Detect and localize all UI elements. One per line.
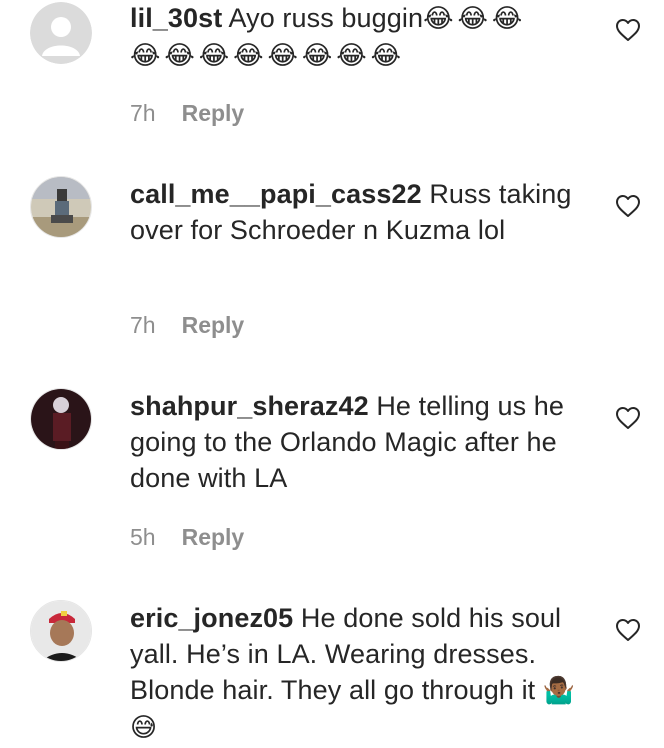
comment-text: eric_jonez05 He done sold his soul yall.… <box>130 600 600 746</box>
avatar[interactable] <box>30 600 92 662</box>
comment-meta: 7h Reply <box>130 312 244 339</box>
reply-button[interactable]: Reply <box>182 524 245 550</box>
comment-body: Ayo russ buggin <box>222 3 424 33</box>
comment-username[interactable]: lil_30st <box>130 3 222 33</box>
user-photo-icon <box>31 389 91 449</box>
heart-icon[interactable] <box>615 406 641 430</box>
comment-text: shahpur_sheraz42 He telling us he going … <box>130 388 600 496</box>
comment-timestamp: 7h <box>130 312 156 338</box>
default-user-icon <box>30 2 92 64</box>
avatar[interactable] <box>30 176 92 238</box>
emoji-run: 😂😂😂 <box>423 4 527 34</box>
heart-icon[interactable] <box>615 194 641 218</box>
comment-username[interactable]: call_me__papi_cass22 <box>130 179 422 209</box>
reply-button[interactable]: Reply <box>182 312 245 338</box>
comment-text: lil_30st Ayo russ buggin😂😂😂 😂😂😂😂😂😂😂😂 <box>130 0 600 74</box>
comment-username[interactable]: eric_jonez05 <box>130 603 293 633</box>
reply-button[interactable]: Reply <box>182 100 245 126</box>
comment-meta: 5h Reply <box>130 524 244 551</box>
heart-icon[interactable] <box>615 618 641 642</box>
comment-timestamp: 5h <box>130 524 156 550</box>
comment-text: call_me__papi_cass22 Russ taking over fo… <box>130 176 600 248</box>
comment-username[interactable]: shahpur_sheraz42 <box>130 391 369 421</box>
comment-timestamp: 7h <box>130 100 156 126</box>
comment-meta: 7h Reply <box>130 100 244 127</box>
avatar[interactable] <box>30 388 92 450</box>
heart-icon[interactable] <box>615 18 641 42</box>
user-photo-icon <box>31 601 91 661</box>
user-photo-icon <box>31 177 91 237</box>
emoji-run: 😂😂😂😂😂😂😂😂 <box>130 41 406 71</box>
avatar[interactable] <box>30 2 92 64</box>
